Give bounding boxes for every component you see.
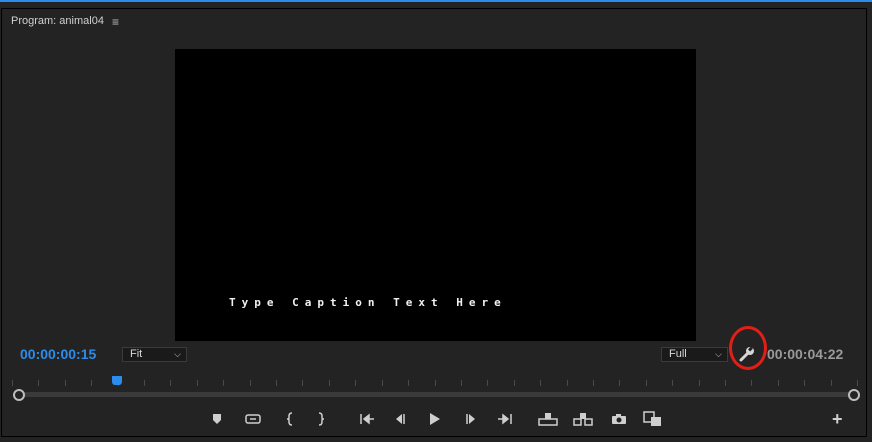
go-to-out-icon	[498, 413, 512, 425]
step-back-button[interactable]	[390, 410, 410, 428]
chevron-down-icon: ⌵	[174, 349, 181, 359]
camera-icon	[612, 414, 626, 424]
ruler-tick	[434, 380, 436, 386]
ruler-tick	[408, 380, 410, 386]
duration-timecode: 00:00:04:22	[767, 346, 844, 362]
hamburger-menu-icon[interactable]: ≡	[112, 15, 119, 29]
go-to-out-button[interactable]	[495, 410, 515, 428]
extract-icon	[573, 413, 593, 426]
ruler-tick	[857, 380, 858, 386]
playhead[interactable]	[111, 376, 122, 385]
ruler-tick	[751, 380, 753, 386]
ruler-tick	[698, 380, 700, 386]
ruler-tick	[223, 380, 225, 386]
program-monitor-panel: Program: animal04 ≡ Type Caption Text He…	[0, 0, 872, 442]
ruler-tick	[64, 380, 66, 386]
export-frame-button[interactable]	[609, 410, 629, 428]
ruler-tick	[381, 380, 383, 386]
play-icon	[430, 413, 440, 425]
zoom-level-select[interactable]: Fit ⌵	[122, 347, 187, 362]
ruler-tick	[619, 380, 621, 386]
zoom-scrollbar[interactable]	[18, 392, 853, 397]
play-button[interactable]	[425, 410, 445, 428]
zoom-scrollbar-end-handle[interactable]	[848, 389, 860, 401]
comparison-view-icon	[643, 411, 661, 426]
ruler-tick	[592, 380, 594, 386]
marker-icon	[213, 414, 221, 424]
button-editor-add-button[interactable]: +	[832, 409, 843, 430]
comparison-view-button[interactable]	[643, 410, 663, 428]
ruler-tick	[144, 380, 146, 386]
ruler-tick	[355, 380, 357, 386]
lift-button[interactable]	[538, 410, 558, 428]
ruler-tick	[804, 380, 806, 386]
mark-out-icon	[318, 412, 325, 426]
mark-out-button[interactable]	[311, 410, 331, 428]
ruler-tick	[170, 380, 172, 386]
ruler-tick	[38, 380, 40, 386]
ruler-tick	[460, 380, 462, 386]
zoom-scrollbar-start-handle[interactable]	[13, 389, 25, 401]
ruler-tick	[777, 380, 779, 386]
chevron-down-icon: ⌵	[715, 349, 722, 359]
ruler-tick	[196, 380, 198, 386]
ruler-tick	[645, 380, 647, 386]
current-timecode[interactable]: 00:00:00:15	[20, 346, 96, 362]
step-back-icon	[396, 414, 405, 424]
loop-icon	[245, 414, 261, 424]
playback-resolution-select[interactable]: Full ⌵	[661, 347, 728, 362]
ruler-tick	[487, 380, 489, 386]
mark-in-icon	[286, 412, 293, 426]
highlight-circle	[729, 326, 767, 370]
mark-in-button[interactable]	[280, 410, 300, 428]
ruler-tick	[91, 380, 93, 386]
go-to-in-icon	[360, 413, 374, 425]
loop-button[interactable]	[243, 410, 263, 428]
go-to-in-button[interactable]	[357, 410, 377, 428]
ruler-tick	[724, 380, 726, 386]
step-forward-button[interactable]	[461, 410, 481, 428]
ruler-tick	[302, 380, 304, 386]
lift-icon	[538, 413, 558, 426]
ruler-tick	[566, 380, 568, 386]
add-marker-button[interactable]	[207, 410, 227, 428]
ruler-tick	[12, 380, 13, 386]
extract-button[interactable]	[573, 410, 593, 428]
ruler-tick	[328, 380, 330, 386]
ruler-tick	[249, 380, 251, 386]
ruler-tick	[513, 380, 515, 386]
zoom-level-value: Fit	[130, 348, 143, 360]
panel-title[interactable]: Program: animal04	[11, 15, 104, 27]
playback-resolution-value: Full	[669, 348, 687, 360]
ruler-tick	[276, 380, 278, 386]
ruler-tick	[672, 380, 674, 386]
caption-text: Type Caption Text Here	[229, 296, 507, 309]
ruler-tick	[830, 380, 832, 386]
ruler-tick	[540, 380, 542, 386]
step-forward-icon	[466, 414, 475, 424]
